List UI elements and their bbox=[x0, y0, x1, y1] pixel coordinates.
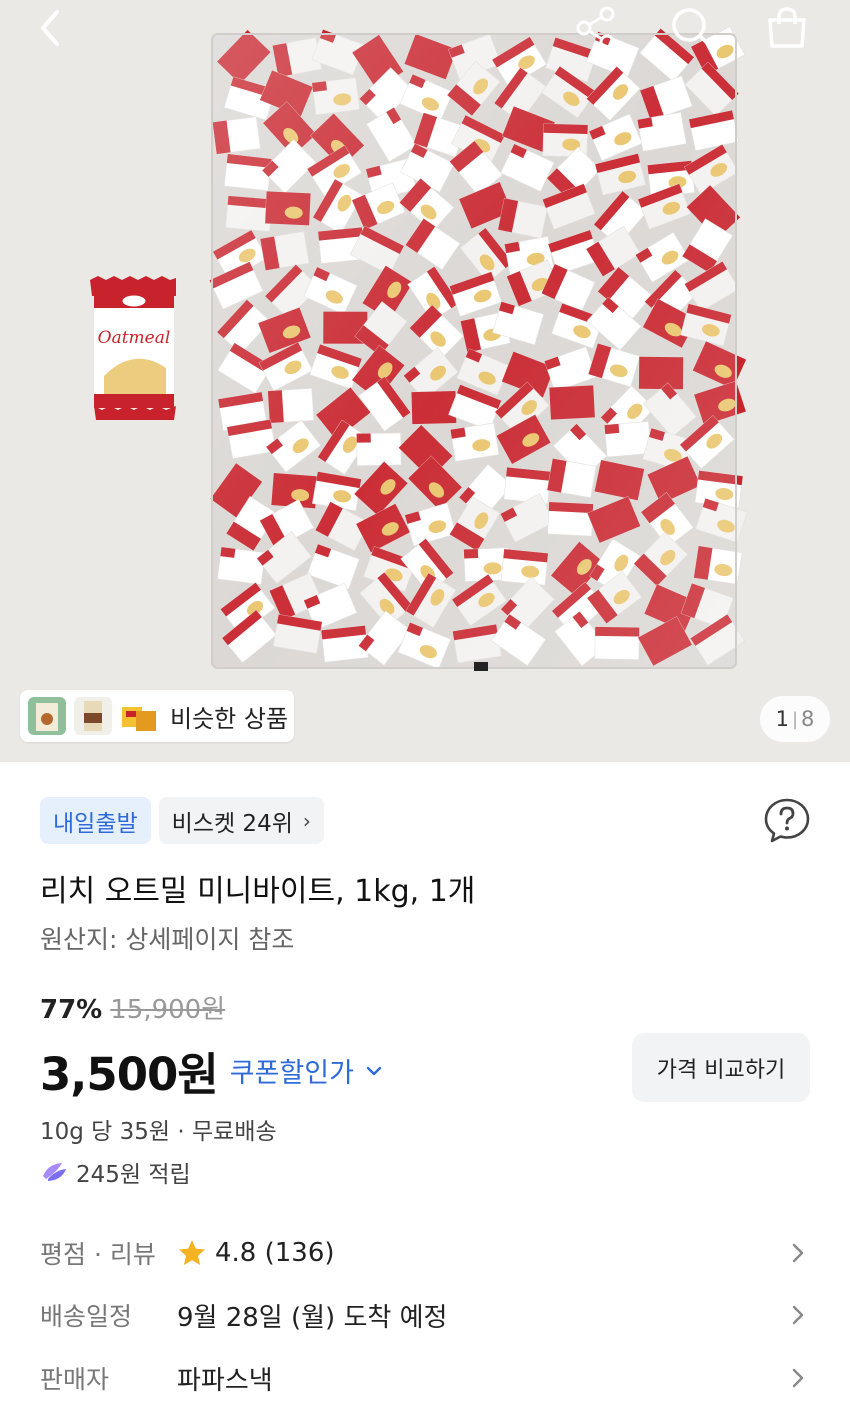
similar-product-thumbnail bbox=[120, 697, 158, 735]
discount-row: 77% 15,900원 bbox=[40, 989, 225, 1026]
shopping-bag-icon bbox=[768, 7, 806, 48]
chevron-left-icon bbox=[41, 10, 59, 46]
chevron-right-icon bbox=[792, 1243, 804, 1263]
reward-points-label: 245원 적립 bbox=[76, 1162, 191, 1188]
chevron-right-icon bbox=[792, 1368, 804, 1388]
product-photo: Oatmeal bbox=[0, 0, 850, 762]
total-pages: 8 bbox=[801, 707, 815, 731]
seller-label: 판매자 bbox=[40, 1365, 110, 1394]
ranking-label: 비스켓 24위 bbox=[171, 810, 293, 837]
delivery-schedule-row[interactable]: 배송일정 9월 28일 (월) 도착 예정 bbox=[40, 1295, 810, 1335]
similar-product-thumbnail bbox=[74, 697, 112, 735]
chevron-right-icon bbox=[792, 1305, 804, 1325]
rating-value-container: 4.8 (136) bbox=[177, 1238, 335, 1268]
share-icon bbox=[576, 6, 615, 50]
image-page-counter: 1 | 8 bbox=[760, 696, 830, 742]
page-separator: | bbox=[791, 708, 799, 730]
rating-review-row[interactable]: 평점 · 리뷰 4.8 (136) bbox=[40, 1233, 810, 1273]
product-origin: 원산지: 상세페이지 참조 bbox=[40, 925, 295, 954]
svg-text:Oatmeal: Oatmeal bbox=[98, 328, 171, 348]
similar-products-label: 비슷한 상품 bbox=[170, 704, 289, 733]
seller-value: 파파스낵 bbox=[177, 1365, 273, 1396]
delivery-label: 배송일정 bbox=[40, 1302, 133, 1331]
search-button[interactable] bbox=[666, 2, 718, 54]
original-price: 15,900원 bbox=[110, 995, 226, 1025]
badge-row: 내일출발 비스켓 24위 › bbox=[40, 797, 324, 844]
sale-price: 3,500원 bbox=[40, 1048, 219, 1101]
reward-points-icon bbox=[43, 1163, 66, 1181]
star-icon bbox=[179, 1240, 205, 1265]
coupon-price-toggle[interactable]: 쿠폰할인가 bbox=[230, 1051, 384, 1090]
search-icon bbox=[672, 8, 713, 49]
share-button[interactable] bbox=[570, 2, 622, 54]
similar-product-thumbnail bbox=[28, 697, 66, 735]
current-page: 1 bbox=[775, 707, 789, 731]
similar-products-button[interactable]: 비슷한 상품 bbox=[20, 690, 294, 742]
back-button[interactable] bbox=[24, 2, 76, 54]
rating-value: 4.8 (136) bbox=[215, 1238, 335, 1268]
product-title: 리치 오트밀 미니바이트, 1kg, 1개 bbox=[40, 874, 476, 909]
delivery-value: 9월 28일 (월) 도착 예정 bbox=[177, 1302, 448, 1333]
discount-rate: 77% bbox=[40, 995, 103, 1025]
reward-points: 245원 적립 bbox=[40, 1155, 191, 1189]
rating-label: 평점 · 리뷰 bbox=[40, 1240, 156, 1269]
chevron-down-icon bbox=[366, 1066, 382, 1075]
chevron-right-icon: › bbox=[302, 808, 311, 833]
price-compare-button[interactable]: 가격 비교하기 bbox=[632, 1033, 810, 1102]
product-image-gallery[interactable]: Oatmeal 비슷한 상품 1 | 8 bbox=[0, 0, 850, 762]
delivery-badge: 내일출발 bbox=[40, 797, 151, 844]
unit-price-shipping: 10g 당 35원 · 무료배송 bbox=[40, 1119, 277, 1145]
coupon-label: 쿠폰할인가 bbox=[229, 1058, 354, 1089]
cart-button[interactable] bbox=[761, 2, 813, 54]
question-icon bbox=[764, 798, 810, 843]
help-button[interactable] bbox=[762, 796, 812, 846]
seller-row[interactable]: 판매자 파파스낵 bbox=[40, 1358, 810, 1398]
category-ranking-badge[interactable]: 비스켓 24위 › bbox=[158, 797, 324, 844]
price-row: 3,500원 쿠폰할인가 bbox=[40, 1038, 384, 1103]
